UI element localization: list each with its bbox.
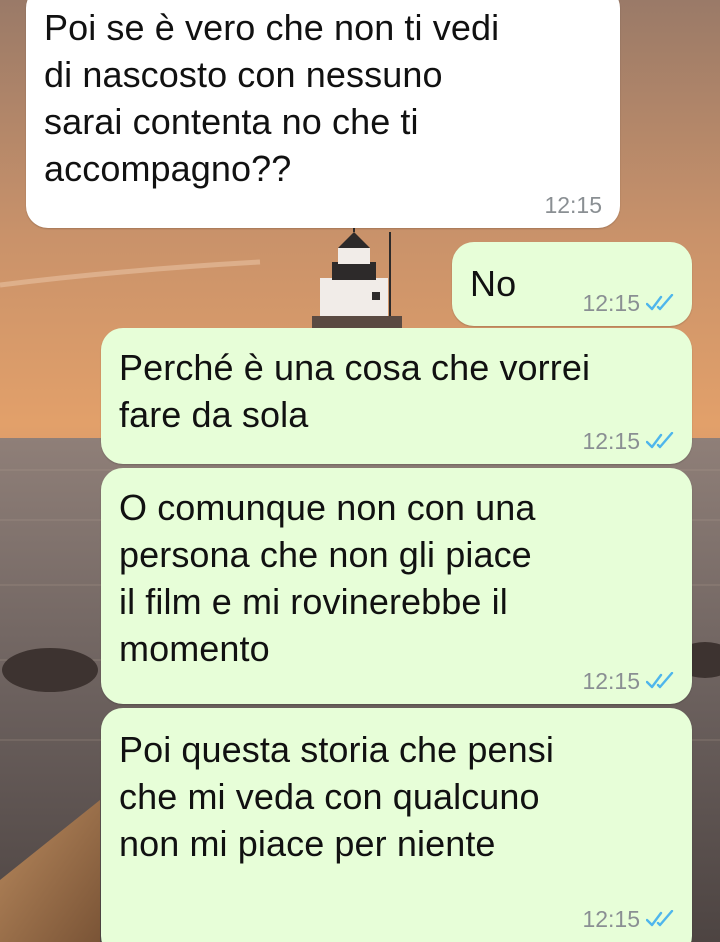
- message-text: Poi questa storia che pensi che mi veda …: [119, 729, 554, 864]
- outgoing-message[interactable]: Perché è una cosa che vorrei fare da sol…: [101, 328, 692, 464]
- read-double-tick-icon: [646, 432, 674, 449]
- read-double-tick-icon: [646, 910, 674, 927]
- message-text: O comunque non con una persona che non g…: [119, 487, 536, 669]
- read-double-tick-icon: [646, 294, 674, 311]
- message-meta: 12:15: [544, 192, 602, 218]
- message-timestamp: 12:15: [582, 906, 640, 932]
- incoming-message[interactable]: Poi se è vero che non ti vedi di nascost…: [26, 0, 620, 228]
- message-timestamp: 12:15: [582, 290, 640, 316]
- outgoing-message[interactable]: Poi questa storia che pensi che mi veda …: [101, 708, 692, 942]
- message-text: Poi se è vero che non ti vedi di nascost…: [44, 7, 500, 189]
- read-double-tick-icon: [646, 672, 674, 689]
- outgoing-message[interactable]: O comunque non con una persona che non g…: [101, 468, 692, 704]
- message-timestamp: 12:15: [544, 192, 602, 218]
- outgoing-message[interactable]: No 12:15: [452, 242, 692, 326]
- message-timestamp: 12:15: [582, 428, 640, 454]
- message-text: Perché è una cosa che vorrei fare da sol…: [119, 347, 591, 435]
- message-timestamp: 12:15: [582, 668, 640, 694]
- message-meta: 12:15: [582, 906, 678, 932]
- message-text: No: [470, 263, 517, 304]
- message-meta: 12:15: [582, 668, 678, 694]
- message-meta: 12:15: [582, 290, 678, 316]
- message-meta: 12:15: [582, 428, 678, 454]
